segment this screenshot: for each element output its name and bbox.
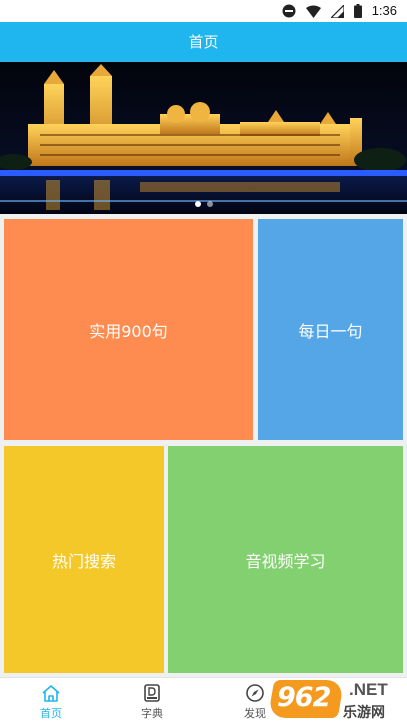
- carousel-dot-active: [194, 201, 201, 207]
- carousel-indicator: [0, 201, 407, 207]
- wifi-icon: [305, 5, 321, 18]
- watermark-suffix: .NET: [349, 680, 388, 699]
- status-icons: 1:36: [282, 3, 397, 19]
- tile-label: 每日一句: [298, 321, 363, 341]
- banner-carousel[interactable]: [0, 62, 407, 214]
- watermark-logo: 962 .NET 乐游网: [267, 680, 403, 724]
- tile-practical-900[interactable]: 实用900句: [4, 219, 253, 440]
- watermark-number: 962: [277, 682, 331, 713]
- tile-label: 热门搜索: [51, 551, 116, 571]
- home-icon: [42, 685, 60, 702]
- nav-item-home[interactable]: 首页: [16, 678, 86, 725]
- do-not-disturb-icon: [282, 4, 296, 18]
- tile-hot-search[interactable]: 热门搜索: [4, 446, 164, 673]
- tile-label: 音视频学习: [245, 551, 326, 571]
- nav-label-discover: 发现: [244, 707, 266, 720]
- page-title: 首页: [188, 33, 219, 51]
- watermark-text: 乐游网: [343, 705, 385, 721]
- tile-label: 实用900句: [89, 321, 168, 341]
- banner-image: [0, 62, 407, 214]
- nav-label-dictionary: 字典: [141, 707, 163, 720]
- status-bar: 1:36: [0, 0, 407, 22]
- signal-icon: [330, 4, 344, 18]
- dictionary-icon: [144, 684, 160, 702]
- carousel-dot: [206, 201, 213, 207]
- tile-av-learning[interactable]: 音视频学习: [168, 446, 403, 673]
- battery-icon: [353, 4, 362, 18]
- status-time: 1:36: [371, 3, 397, 18]
- nav-item-dictionary[interactable]: 字典: [117, 678, 187, 725]
- tile-daily-sentence[interactable]: 每日一句: [258, 219, 403, 440]
- app-header: 首页: [0, 22, 407, 62]
- nav-label-home: 首页: [40, 707, 62, 720]
- compass-icon: [246, 684, 264, 702]
